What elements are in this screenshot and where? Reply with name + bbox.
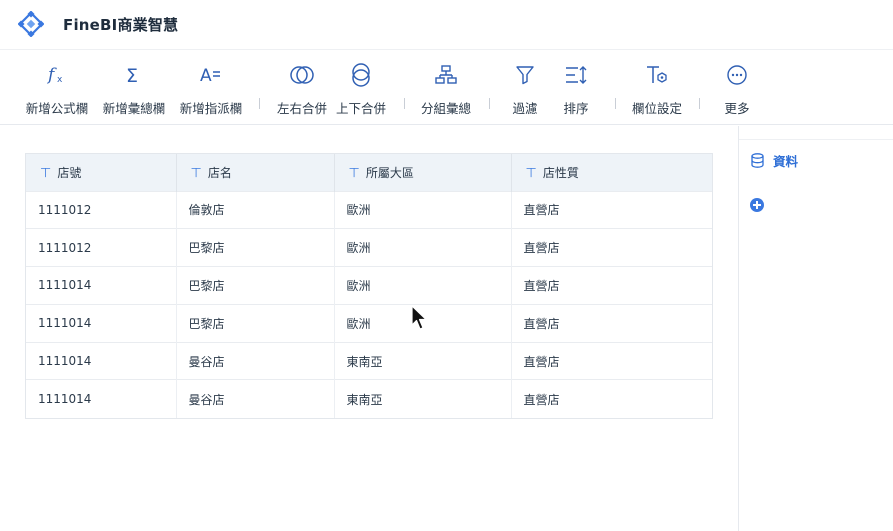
table-cell[interactable]: 巴黎店 [176,266,335,305]
column-header-region[interactable]: ⊤ 所屬大區 [334,154,512,191]
svg-text:x: x [57,75,63,85]
table-cell[interactable]: 1111012 [26,190,177,229]
column-header-store-name[interactable]: ⊤ 店名 [176,154,335,191]
data-tab[interactable]: 資料 [751,151,798,170]
app-title: FineBI商業智慧 [63,16,179,34]
table-cell[interactable]: 歐洲 [334,266,512,305]
database-icon [751,153,764,168]
table-row: 1111014 曼谷店 東南亞 直營店 [26,379,712,418]
table-row: 1111012 倫敦店 歐洲 直營店 [26,190,712,229]
table-cell[interactable]: 直營店 [511,190,712,229]
mouse-cursor-icon [411,305,427,330]
text-type-icon: ⊤ [40,165,52,181]
text-type-icon: ⊤ [525,165,537,181]
merge-vertical-button[interactable]: 上下合併 [334,61,388,117]
assign-icon: A [197,61,225,89]
table-cell[interactable]: 1111014 [26,266,177,305]
text-type-icon: ⊤ [348,165,360,181]
column-header-store-type[interactable]: ⊤ 店性質 [511,154,712,191]
table-cell[interactable]: 1111014 [26,341,177,380]
finebi-logo-icon[interactable] [18,11,44,37]
sigma-icon: Σ [120,61,148,89]
data-side-panel: 資料 [738,126,893,531]
svg-text:f: f [46,65,57,85]
table-cell[interactable]: 直營店 [511,303,712,343]
add-assign-column-button[interactable]: A 新增指派欄 [179,61,243,117]
svg-text:Σ: Σ [126,65,138,86]
sort-icon [562,61,590,89]
table-cell[interactable]: 1111014 [26,303,177,343]
toolbar-separator [489,98,490,109]
group-summary-icon [432,61,460,89]
data-table: ⊤ 店號 ⊤ 店名 ⊤ 所屬大區 ⊤ 店性質 1111012 倫敦店 歐洲 直營店 11… [25,153,713,419]
add-summary-column-button[interactable]: Σ 新增彙總欄 [102,61,166,117]
table-row: 1111014 巴黎店 歐洲 直營店 [26,266,712,305]
toolbar-separator [404,98,405,109]
table-row: 1111012 巴黎店 歐洲 直營店 [26,228,712,267]
toolbar-separator [699,98,700,109]
table-cell[interactable]: 直營店 [511,228,712,267]
table-cell[interactable]: 巴黎店 [176,228,335,267]
formula-icon: fx [43,61,71,89]
table-cell[interactable]: 曼谷店 [176,379,335,418]
more-icon [723,61,751,89]
text-type-icon: ⊤ [190,165,202,181]
add-formula-column-button[interactable]: fx 新增公式欄 [25,61,89,117]
table-header-row: ⊤ 店號 ⊤ 店名 ⊤ 所屬大區 ⊤ 店性質 [26,154,712,191]
table-cell[interactable]: 巴黎店 [176,303,335,343]
toolbar: fx 新增公式欄 Σ 新增彙總欄 A 新增指派欄 左右合併 上下合併 分組彙總 [0,51,893,125]
merge-horizontal-button[interactable]: 左右合併 [275,61,329,117]
table-cell[interactable]: 曼谷店 [176,341,335,380]
table-cell[interactable]: 東南亞 [334,341,512,380]
table-row: 1111014 曼谷店 東南亞 直營店 [26,341,712,380]
table-cell[interactable]: 東南亞 [334,379,512,418]
group-summary-button[interactable]: 分組彙總 [419,61,473,117]
data-tab-label: 資料 [773,154,799,169]
table-cell[interactable]: 倫敦店 [176,190,335,229]
column-header-store-id[interactable]: ⊤ 店號 [26,154,177,191]
table-cell[interactable]: 歐洲 [334,190,512,229]
merge-horizontal-icon [288,61,316,89]
add-data-button[interactable] [750,198,764,212]
svg-text:A: A [200,66,212,86]
table-cell[interactable]: 直營店 [511,266,712,305]
more-button[interactable]: 更多 [720,61,754,117]
table-cell[interactable]: 直營店 [511,379,712,418]
table-cell[interactable]: 1111012 [26,228,177,267]
app-header: FineBI商業智慧 [0,0,893,50]
panel-divider [739,139,893,140]
table-row: 1111014 巴黎店 歐洲 直營店 [26,303,712,343]
merge-vertical-icon [347,61,375,89]
sort-button[interactable]: 排序 [559,61,593,117]
table-cell[interactable]: 歐洲 [334,228,512,267]
field-settings-icon [643,61,671,89]
filter-button[interactable]: 過濾 [508,61,542,117]
filter-icon [511,61,539,89]
toolbar-separator [615,98,616,109]
table-cell[interactable]: 直營店 [511,341,712,380]
table-cell[interactable]: 1111014 [26,379,177,418]
field-settings-button[interactable]: 欄位設定 [630,61,684,117]
toolbar-separator [259,98,260,109]
